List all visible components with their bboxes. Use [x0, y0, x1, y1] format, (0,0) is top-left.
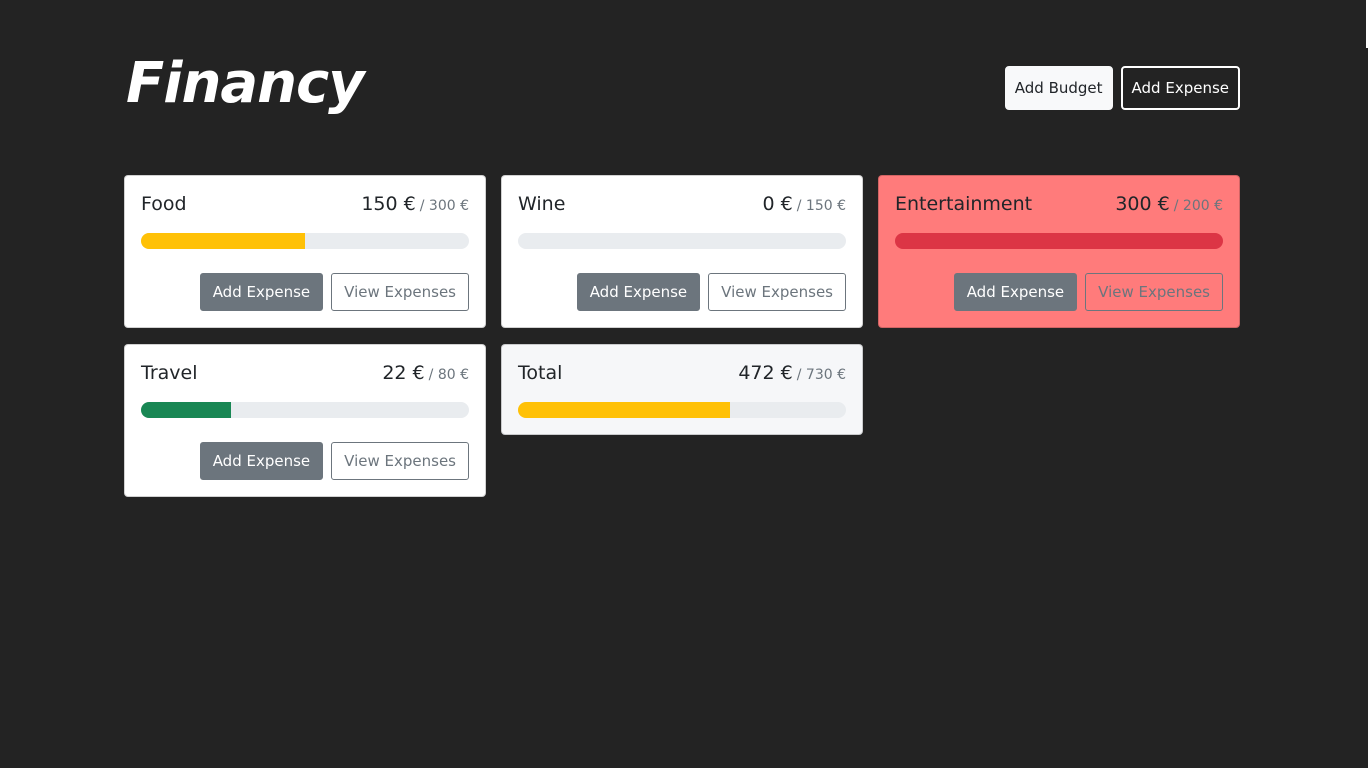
add-budget-button[interactable]: Add Budget [1004, 66, 1113, 110]
budget-progress [141, 233, 469, 249]
budget-amount: 150 € [361, 193, 416, 215]
header-add-expense-button[interactable]: Add Expense [1120, 66, 1240, 110]
total-max: / 730 € [796, 367, 846, 383]
card-actions: Add Expense View Expenses [141, 442, 469, 480]
budget-name: Travel [141, 362, 198, 384]
budget-amount: 300 € [1115, 193, 1170, 215]
card-actions: Add Expense View Expenses [518, 273, 846, 311]
budget-progress-bar [895, 233, 1223, 249]
card-header: Total 472 €/ 730 € [518, 362, 846, 390]
budget-name: Wine [518, 193, 566, 215]
card-header: Food 150 €/ 300 € [141, 193, 469, 221]
app-logo: Financy [126, 51, 365, 116]
total-amounts: 472 €/ 730 € [738, 362, 846, 384]
total-card: Total 472 €/ 730 € [501, 344, 863, 435]
view-expenses-button[interactable]: View Expenses [1085, 273, 1223, 311]
view-expenses-button[interactable]: View Expenses [331, 273, 469, 311]
budget-progress [141, 402, 469, 418]
budget-amount: 22 € [382, 362, 425, 384]
budget-amount: 0 € [762, 193, 793, 215]
budget-card-wine: Wine 0 €/ 150 € Add Expense View Expense… [501, 175, 863, 328]
budget-max: / 200 € [1173, 198, 1223, 214]
view-expenses-button[interactable]: View Expenses [331, 442, 469, 480]
budget-card-entertainment: Entertainment 300 €/ 200 € Add Expense V… [878, 175, 1240, 328]
add-expense-button[interactable]: Add Expense [199, 442, 324, 480]
card-header: Wine 0 €/ 150 € [518, 193, 846, 221]
budget-grid: Food 150 €/ 300 € Add Expense View Expen… [124, 175, 1240, 497]
budget-amounts: 22 €/ 80 € [382, 362, 469, 384]
budget-card-travel: Travel 22 €/ 80 € Add Expense View Expen… [124, 344, 486, 497]
budget-amounts: 150 €/ 300 € [361, 193, 469, 215]
add-expense-button[interactable]: Add Expense [576, 273, 701, 311]
add-expense-button[interactable]: Add Expense [953, 273, 1078, 311]
card-header: Travel 22 €/ 80 € [141, 362, 469, 390]
budget-progress [518, 233, 846, 249]
card-actions: Add Expense View Expenses [141, 273, 469, 311]
app-window: Financy Add Budget Add Expense Food 150 … [0, 0, 1368, 768]
total-name: Total [518, 362, 563, 384]
budget-max: / 300 € [419, 198, 469, 214]
budget-max: / 80 € [428, 367, 469, 383]
budget-progress-bar [141, 233, 305, 249]
budget-amounts: 0 €/ 150 € [763, 193, 846, 215]
total-progress [518, 402, 846, 418]
view-expenses-button[interactable]: View Expenses [708, 273, 846, 311]
budget-amounts: 300 €/ 200 € [1115, 193, 1223, 215]
budget-card-food: Food 150 €/ 300 € Add Expense View Expen… [124, 175, 486, 328]
budget-progress [895, 233, 1223, 249]
add-expense-button[interactable]: Add Expense [199, 273, 324, 311]
card-header: Entertainment 300 €/ 200 € [895, 193, 1223, 221]
header-actions: Add Budget Add Expense [1004, 66, 1240, 110]
budget-max: / 150 € [796, 198, 846, 214]
budget-progress-bar [141, 402, 232, 418]
card-actions: Add Expense View Expenses [895, 273, 1223, 311]
total-progress-bar [518, 402, 731, 418]
total-amount: 472 € [738, 362, 793, 384]
budget-name: Entertainment [895, 193, 1033, 215]
budget-name: Food [141, 193, 187, 215]
